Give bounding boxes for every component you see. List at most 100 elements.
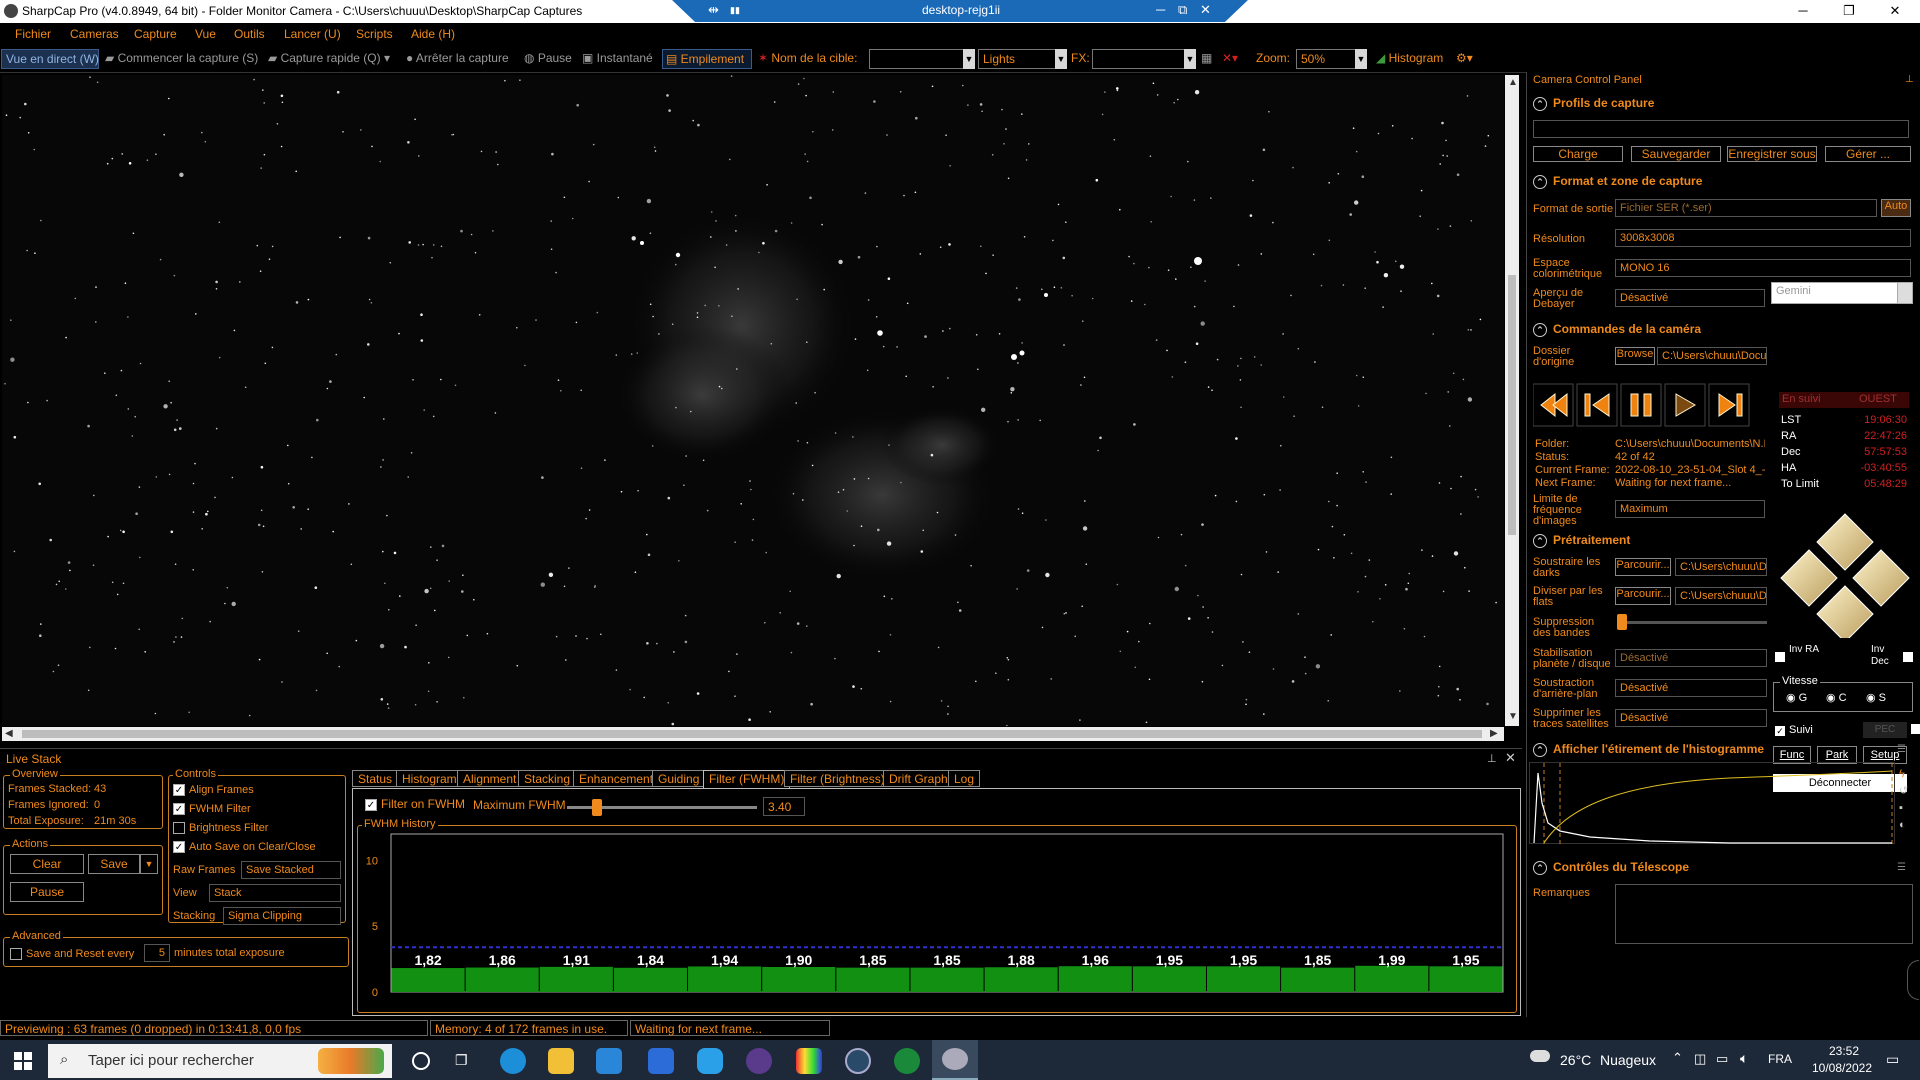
frame-rate-limit-select[interactable]: Maximum (1615, 500, 1765, 518)
astro-app-icon[interactable] (746, 1048, 772, 1074)
sharpcap-taskbar-button[interactable] (932, 1040, 978, 1080)
language-indicator[interactable]: FRA (1768, 1052, 1792, 1066)
remarks-textarea[interactable] (1615, 884, 1913, 944)
stacking-mode-select[interactable]: Sigma Clipping (223, 907, 341, 925)
scroll-left-icon[interactable]: ◀ (5, 728, 13, 739)
play-button[interactable] (1665, 382, 1707, 428)
menu-icon[interactable]: ☰ (1897, 744, 1906, 755)
viewer-vertical-scrollbar[interactable]: ▲ ▼ (1505, 75, 1519, 726)
darks-input[interactable]: C:\Users\chuuu\D (1675, 558, 1767, 576)
pin-panel-icon[interactable]: ⊥ (1487, 752, 1497, 765)
scroll-down-icon[interactable]: ▼ (1508, 711, 1518, 722)
profile-select[interactable] (1533, 120, 1909, 138)
move-south-button[interactable] (1817, 586, 1873, 638)
notifications-icon[interactable]: ▭ (1886, 1051, 1899, 1068)
expand-panel-handle[interactable] (1907, 960, 1919, 1000)
banding-slider-thumb[interactable] (1617, 614, 1627, 630)
suivi-checkbox[interactable]: ✓ (1775, 726, 1785, 736)
rewind-button[interactable] (1533, 382, 1575, 428)
reticle-icon[interactable]: ✕▾ (1222, 51, 1238, 65)
edge-icon[interactable] (500, 1048, 526, 1074)
live-view-button[interactable]: Vue en direct (W) (1, 49, 99, 69)
stabilisation-select[interactable]: Désactivé (1615, 649, 1767, 667)
previous-frame-button[interactable] (1577, 382, 1619, 428)
pause-playback-button[interactable] (1621, 382, 1663, 428)
browse-darks-button[interactable]: Parcourir... (1615, 558, 1671, 576)
viewer-horizontal-scrollbar[interactable]: ◀ ▶ (2, 727, 1504, 741)
file-explorer-icon[interactable] (548, 1048, 574, 1074)
target-dropdown-icon[interactable]: ▼ (963, 49, 975, 69)
stacking-button[interactable]: ▤ Empilement (662, 49, 752, 69)
max-fwhm-input[interactable]: 3.40 (763, 797, 805, 816)
section-preprocessing[interactable]: ⌃ Prétraitement (1533, 533, 1763, 553)
tab-enhancement[interactable]: Enhancement (573, 770, 660, 787)
save-reset-checkbox[interactable]: Save and Reset every (10, 948, 134, 960)
store-icon[interactable] (596, 1048, 622, 1074)
taskbar-search-box[interactable]: ⌕ Taper ici pour rechercher (48, 1044, 392, 1078)
auto-save-checkbox[interactable]: ✓ Auto Save on Clear/Close (173, 841, 316, 853)
scroll-thumb[interactable] (22, 730, 1482, 738)
start-capture-button[interactable]: ▰ Commencer la capture (S) (105, 51, 258, 65)
raw-frames-select[interactable]: Save Stacked (241, 861, 341, 879)
inv-ra-checkbox[interactable] (1775, 652, 1785, 662)
planetarium-icon[interactable] (845, 1048, 871, 1074)
menu-aide[interactable]: Aide (H) (411, 27, 455, 41)
output-format-select[interactable]: Fichier SER (*.ser) (1615, 199, 1877, 217)
fx-dropdown-icon[interactable]: ▼ (1184, 49, 1196, 69)
weather-temp[interactable]: 26°C (1560, 1052, 1591, 1068)
cortana-icon[interactable] (412, 1052, 430, 1070)
contrast-icon[interactable]: ◐ (1899, 817, 1915, 834)
clock-date[interactable]: 10/08/2022 (1804, 1061, 1880, 1075)
menu-scripts[interactable]: Scripts (356, 27, 393, 41)
menu-icon[interactable]: ☰ (1897, 862, 1906, 873)
auto-button[interactable]: Auto (1881, 199, 1911, 217)
guiding-app-icon[interactable] (894, 1048, 920, 1074)
filter-on-fwhm-checkbox[interactable]: ✓ Filter on FWHM (365, 798, 465, 811)
max-fwhm-slider[interactable] (567, 799, 757, 816)
tray-chevron-icon[interactable]: ⌃ (1672, 1050, 1683, 1066)
task-view-icon[interactable]: ❐ (455, 1052, 475, 1070)
quick-capture-button[interactable]: ▰ Capture rapide (Q) ▾ (268, 51, 390, 65)
source-folder-input[interactable]: C:\Users\chuuu\Docu (1657, 347, 1767, 365)
view-select[interactable]: Stack (209, 884, 341, 902)
scroll-right-icon[interactable]: ▶ (1490, 728, 1498, 739)
mail-icon[interactable] (648, 1048, 674, 1074)
tab-log[interactable]: Log (948, 770, 981, 787)
save-options-dropdown[interactable]: ▼ (140, 854, 158, 874)
tab-drift-graph[interactable]: Drift Graph (883, 770, 954, 787)
clear-button[interactable]: Clear (10, 854, 84, 874)
banding-slider[interactable] (1617, 621, 1767, 624)
section-capture-profiles[interactable]: ⌃ Profils de capture (1533, 96, 1915, 116)
section-capture-format[interactable]: ⌃ Format et zone de capture (1533, 174, 1915, 194)
section-camera-controls[interactable]: ⌃ Commandes de la caméra (1533, 322, 1763, 342)
remote-close-button[interactable]: ✕ (1200, 2, 1211, 18)
histogram-stretch-graph[interactable] (1529, 762, 1895, 845)
browse-flats-button[interactable]: Parcourir... (1615, 587, 1671, 605)
menu-lancer[interactable]: Lancer (U) (284, 27, 341, 41)
scroll-up-icon[interactable]: ▲ (1508, 77, 1518, 88)
zoom-select[interactable]: 50% (1296, 49, 1358, 69)
volume-icon[interactable]: 🔈︎ (1740, 1050, 1748, 1067)
max-fwhm-slider-thumb[interactable] (592, 799, 603, 816)
chat-app-icon[interactable] (697, 1048, 723, 1074)
minimize-button[interactable]: ─ (1780, 0, 1826, 23)
pause-button[interactable]: ◍ Pause (524, 51, 572, 65)
menu-fichier[interactable]: Fichier (15, 27, 51, 41)
tab-filter-brightness[interactable]: Filter (Brightness) (784, 770, 891, 787)
remote-restore-button[interactable]: ⧉ (1178, 2, 1187, 18)
tab-status[interactable]: Status (352, 770, 399, 787)
color-app-icon[interactable] (796, 1048, 822, 1074)
windows-start-icon[interactable] (14, 1052, 32, 1070)
save-profile-button[interactable]: Sauvegarder (1631, 146, 1721, 162)
next-frame-button[interactable] (1709, 382, 1751, 428)
stop-capture-button[interactable]: ● Arrêter la capture (406, 51, 509, 65)
save-stack-button[interactable]: Save (88, 854, 140, 874)
pause-stack-button[interactable]: Pause (10, 882, 84, 902)
browse-button[interactable]: Browse (1615, 347, 1655, 365)
clock-time[interactable]: 23:52 (1814, 1044, 1874, 1058)
weather-text[interactable]: Nuageux (1600, 1052, 1656, 1068)
tab-guiding[interactable]: Guiding (652, 770, 706, 787)
pec-button[interactable]: PEC (1863, 722, 1907, 738)
reset-stretch-icon[interactable]: ↺ (1899, 783, 1915, 800)
menu-cameras[interactable]: Cameras (70, 27, 119, 41)
